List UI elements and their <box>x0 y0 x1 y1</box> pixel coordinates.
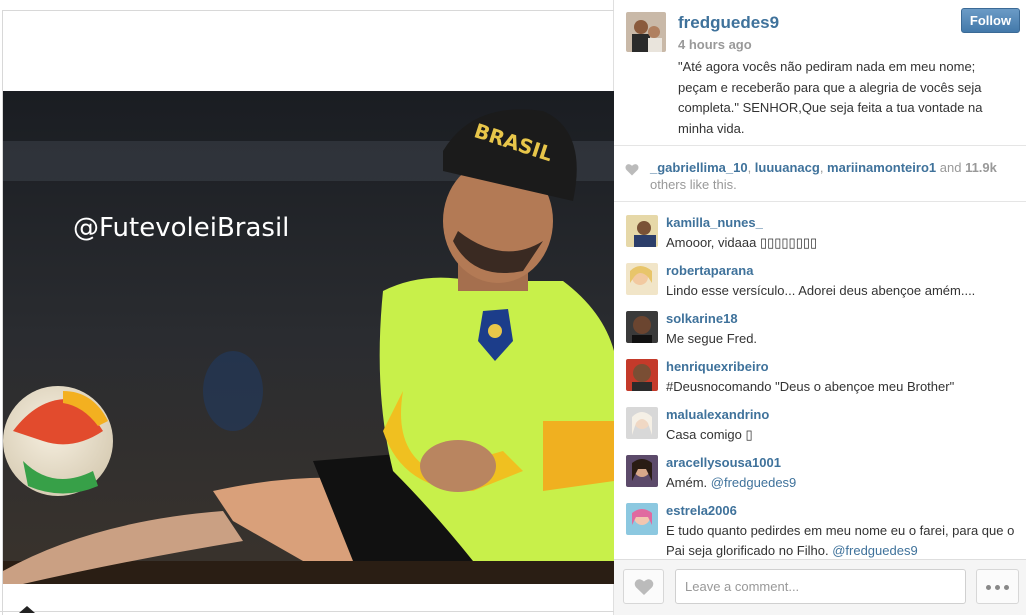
comment-body: Casa comigo ▯ <box>666 427 753 442</box>
commenter-username[interactable]: estrela2006 <box>666 503 737 518</box>
commenter-avatar[interactable] <box>626 503 658 535</box>
comment-body: #Deusnocomando "Deus o abençoe meu Broth… <box>666 379 955 394</box>
comments-list: kamilla_nunes_ Amooor, vidaaa ▯▯▯▯▯▯▯▯ r… <box>614 203 1026 559</box>
comment-body: Lindo esse versículo... Adorei deus aben… <box>666 283 976 298</box>
comment-item: solkarine18 Me segue Fred. <box>614 299 1026 347</box>
caret-up-icon[interactable] <box>19 606 35 613</box>
liker-link[interactable]: mariinamonteiro1 <box>827 160 936 175</box>
comment-item: robertaparana Lindo esse versículo... Ad… <box>614 251 1026 299</box>
likes-line: _gabriellima_10, luuuanacg, mariinamonte… <box>650 160 997 175</box>
post-caption: "Até agora vocês não pediram nada em meu… <box>678 59 983 136</box>
comment-text: Casa comigo ▯ <box>666 425 1016 445</box>
likes-count[interactable]: 11.9k <box>965 160 997 175</box>
comment-input[interactable] <box>675 569 966 604</box>
comment-text: Me segue Fred. <box>666 329 1016 349</box>
comment-item: malualexandrino Casa comigo ▯ <box>614 395 1026 443</box>
commenter-avatar[interactable] <box>626 359 658 391</box>
comment-item: estrela2006 E tudo quanto pedirdes em me… <box>614 491 1026 559</box>
liker-link[interactable]: _gabriellima_10 <box>650 160 748 175</box>
info-pane: fredguedes9 4 hours ago "Até agora vocês… <box>614 0 1026 615</box>
dot-icon <box>986 585 991 590</box>
commenter-username[interactable]: henriquexribeiro <box>666 359 769 374</box>
comment-item: kamilla_nunes_ Amooor, vidaaa ▯▯▯▯▯▯▯▯ <box>614 203 1026 251</box>
comment-item: aracellysousa1001 Amém. @fredguedes9 <box>614 443 1026 491</box>
heart-icon <box>634 579 654 595</box>
likes-separator: , <box>819 160 828 175</box>
dot-icon <box>1004 585 1009 590</box>
media-bottom-divider <box>0 611 614 612</box>
commenter-username[interactable]: kamilla_nunes_ <box>666 215 763 230</box>
comment-text: #Deusnocomando "Deus o abençoe meu Broth… <box>666 377 1016 397</box>
comment-mention[interactable]: @fredguedes9 <box>832 543 917 558</box>
likes-others-text: others like this. <box>650 177 737 192</box>
likes-section: _gabriellima_10, luuuanacg, mariinamonte… <box>614 147 1026 202</box>
commenter-avatar[interactable] <box>626 455 658 487</box>
follow-button[interactable]: Follow <box>961 8 1020 33</box>
comment-mention[interactable]: @fredguedes9 <box>711 475 796 490</box>
likes-and: and <box>936 160 966 175</box>
commenter-avatar[interactable] <box>626 215 658 247</box>
owner-username[interactable]: fredguedes9 <box>678 13 779 33</box>
comment-text: Amooor, vidaaa ▯▯▯▯▯▯▯▯ <box>666 233 1016 253</box>
owner-avatar[interactable] <box>626 12 666 52</box>
like-button[interactable] <box>623 569 664 604</box>
commenter-username[interactable]: solkarine18 <box>666 311 738 326</box>
comment-text: E tudo quanto pedirdes em meu nome eu o … <box>666 521 1016 559</box>
post-time: 4 hours ago <box>678 37 752 52</box>
commenter-avatar[interactable] <box>626 263 658 295</box>
watermark-text: @FutevoleiBrasil <box>73 213 289 243</box>
more-options-button[interactable] <box>976 569 1019 604</box>
commenter-username[interactable]: robertaparana <box>666 263 753 278</box>
media-divider <box>2 10 614 11</box>
comment-text: Lindo esse versículo... Adorei deus aben… <box>666 281 1016 301</box>
comment-body: Amooor, vidaaa ▯▯▯▯▯▯▯▯ <box>666 235 818 250</box>
commenter-avatar[interactable] <box>626 311 658 343</box>
commenter-avatar[interactable] <box>626 407 658 439</box>
media-pane: BRASIL @FutevoleiBrasil <box>0 0 614 615</box>
liker-link[interactable]: luuuanacg <box>755 160 820 175</box>
comment-body: Me segue Fred. <box>666 331 758 346</box>
commenter-username[interactable]: aracellysousa1001 <box>666 455 781 470</box>
comment-body: Amém. <box>666 475 711 490</box>
comment-item: henriquexribeiro #Deusnocomando "Deus o … <box>614 347 1026 395</box>
comment-text: Amém. @fredguedes9 <box>666 473 1016 493</box>
dot-icon <box>995 585 1000 590</box>
likes-separator: , <box>747 160 755 175</box>
post-header: fredguedes9 4 hours ago "Até agora vocês… <box>614 0 1026 146</box>
post-photo[interactable]: BRASIL @FutevoleiBrasil <box>3 91 614 584</box>
comment-composer <box>614 559 1026 615</box>
heart-icon <box>625 164 639 176</box>
commenter-username[interactable]: malualexandrino <box>666 407 769 422</box>
